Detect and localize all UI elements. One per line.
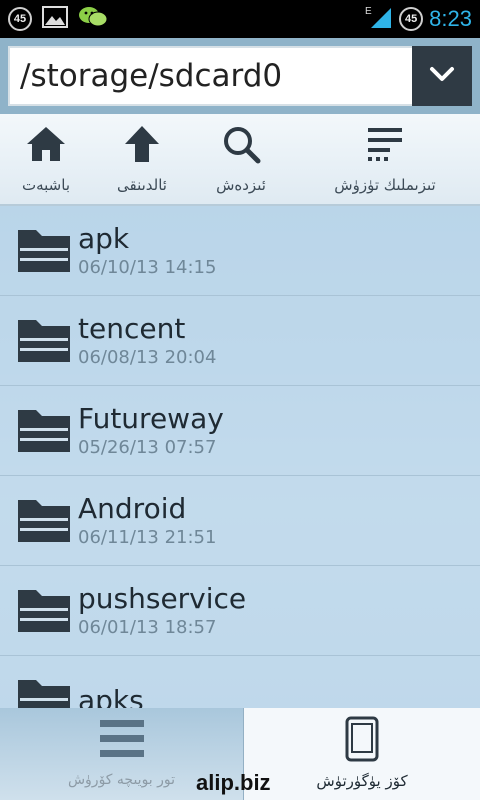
home-icon bbox=[25, 124, 67, 168]
file-row[interactable]: pushservice 06/01/13 18:57 bbox=[0, 566, 480, 656]
file-date: 05/26/13 07:57 bbox=[78, 436, 217, 458]
tab-network-view-label: تور بويىچە كۆرۈش bbox=[67, 772, 176, 788]
toolbar: باشبەت ئالدىنقى ئىزدەش تىزىملىك تۈزۈش bbox=[0, 114, 480, 206]
wechat-icon bbox=[78, 5, 108, 33]
file-name: apks bbox=[78, 683, 144, 709]
file-row[interactable]: tencent 06/08/13 20:04 bbox=[0, 296, 480, 386]
file-name: pushservice bbox=[78, 581, 247, 615]
folder-icon bbox=[16, 496, 72, 546]
folder-icon bbox=[16, 226, 72, 276]
tab-browse-label: كۆز يۈگۈرتۈش bbox=[316, 772, 408, 790]
file-row[interactable]: apks bbox=[0, 656, 480, 708]
image-icon bbox=[42, 6, 68, 32]
sort-button[interactable]: تىزىملىك تۈزۈش bbox=[290, 114, 480, 204]
file-list: apk 06/10/13 14:15 tencent 06/08/13 20:0… bbox=[0, 206, 480, 708]
phone-icon bbox=[344, 716, 380, 766]
path-dropdown-button[interactable] bbox=[412, 46, 472, 106]
menu-icon bbox=[99, 718, 145, 764]
search-icon bbox=[221, 124, 261, 168]
clock: 8:23 bbox=[429, 6, 472, 31]
sort-icon bbox=[365, 124, 405, 168]
path-bar: /storage/sdcard0 bbox=[0, 38, 480, 114]
file-row[interactable]: Futureway 05/26/13 07:57 bbox=[0, 386, 480, 476]
home-button[interactable]: باشبەت bbox=[0, 114, 92, 204]
file-name: Futureway bbox=[78, 401, 224, 435]
file-row[interactable]: Android 06/11/13 21:51 bbox=[0, 476, 480, 566]
search-label: ئىزدەش bbox=[216, 176, 266, 194]
file-date: 06/11/13 21:51 bbox=[78, 526, 217, 548]
chevron-down-icon bbox=[429, 65, 455, 87]
file-name: apk bbox=[78, 221, 130, 255]
status-bar: 45 E 45 8:23 bbox=[0, 0, 480, 38]
file-date: 06/08/13 20:04 bbox=[78, 346, 217, 368]
arrow-up-icon bbox=[122, 124, 162, 168]
sort-label: تىزىملىك تۈزۈش bbox=[334, 176, 436, 194]
notification-badge: 45 bbox=[8, 7, 32, 31]
signal-icon: E bbox=[365, 4, 393, 34]
file-name: Android bbox=[78, 491, 187, 525]
folder-icon bbox=[16, 586, 72, 636]
file-row[interactable]: apk 06/10/13 14:15 bbox=[0, 206, 480, 296]
file-date: 06/10/13 14:15 bbox=[78, 256, 217, 278]
up-button[interactable]: ئالدىنقى bbox=[92, 114, 192, 204]
folder-icon bbox=[16, 406, 72, 456]
battery-badge: 45 bbox=[399, 7, 424, 31]
folder-icon bbox=[16, 676, 72, 708]
file-name: tencent bbox=[78, 311, 186, 345]
file-date: 06/01/13 18:57 bbox=[78, 616, 217, 638]
path-input[interactable]: /storage/sdcard0 bbox=[8, 46, 412, 106]
folder-icon bbox=[16, 316, 72, 366]
home-label: باشبەت bbox=[21, 176, 70, 194]
search-button[interactable]: ئىزدەش bbox=[192, 114, 290, 204]
svg-text:E: E bbox=[365, 6, 372, 17]
watermark: alip.biz bbox=[196, 770, 271, 795]
up-label: ئالدىنقى bbox=[117, 176, 167, 194]
tab-browse[interactable]: كۆز يۈگۈرتۈش bbox=[244, 708, 480, 800]
